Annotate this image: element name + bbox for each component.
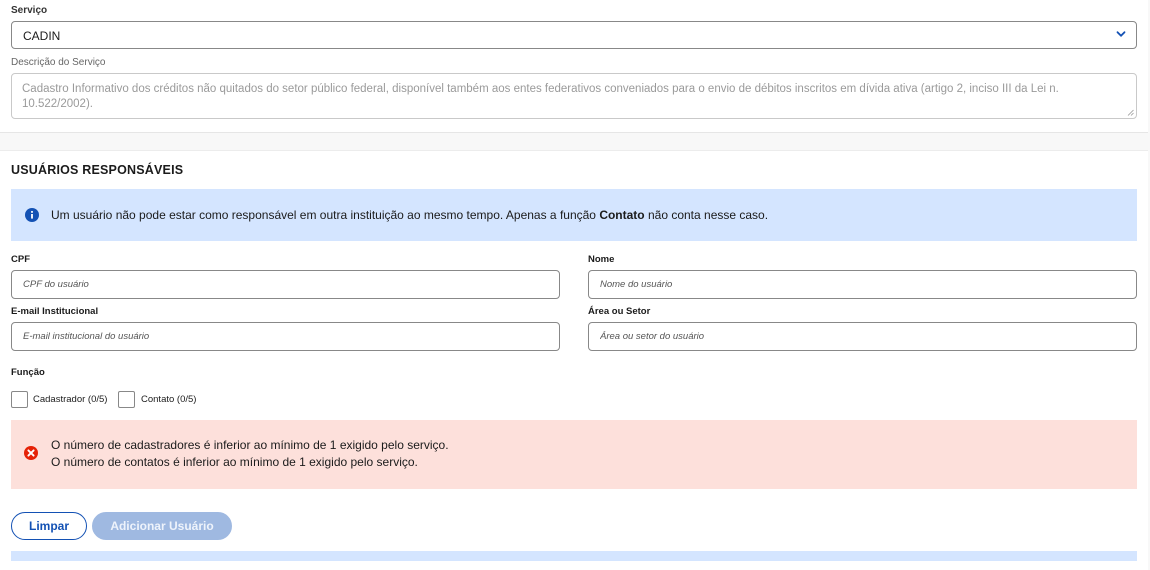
service-select[interactable]: CADIN [11, 21, 1137, 49]
info-text-bold: Contato [599, 208, 645, 222]
service-label: Serviço [11, 5, 48, 16]
error-message: O número de contatos é inferior ao mínim… [51, 455, 418, 469]
service-card: Serviço CADIN Descrição do Serviço Cadas… [0, 0, 1148, 133]
cadastrador-checkbox-label[interactable]: Cadastrador (0/5) [33, 394, 107, 405]
role-label: Função [11, 367, 45, 378]
cpf-label: CPF [11, 254, 30, 265]
contato-checkbox[interactable] [118, 391, 135, 408]
info-alert: Um usuário não pode estar como responsáv… [11, 189, 1137, 241]
service-description-text: Cadastro Informativo dos créditos não qu… [22, 83, 1059, 110]
info-text: Um usuário não pode estar como responsáv… [51, 208, 600, 222]
next-section-strip [11, 551, 1137, 561]
cpf-input[interactable] [11, 270, 560, 299]
clear-button[interactable]: Limpar [11, 512, 87, 540]
service-description-label: Descrição do Serviço [11, 57, 106, 68]
error-messages: O número de cadastradores é inferior ao … [51, 437, 449, 471]
error-alert: O número de cadastradores é inferior ao … [11, 420, 1137, 489]
area-input[interactable] [588, 322, 1137, 351]
email-label: E-mail Institucional [11, 306, 99, 317]
cadastrador-checkbox[interactable] [11, 391, 28, 408]
service-select-value: CADIN [23, 29, 61, 43]
error-message: O número de cadastradores é inferior ao … [51, 438, 449, 452]
email-input[interactable] [11, 322, 560, 351]
contato-checkbox-label[interactable]: Contato (0/5) [141, 394, 196, 405]
info-text-end: não conta nesse caso. [644, 208, 769, 222]
error-icon [24, 446, 38, 460]
service-description-field[interactable]: Cadastro Informativo dos créditos não qu… [11, 73, 1137, 119]
info-icon [25, 208, 39, 222]
area-label: Área ou Setor [588, 306, 651, 317]
add-user-button[interactable]: Adicionar Usuário [92, 512, 232, 540]
resize-handle-icon[interactable] [1127, 109, 1134, 116]
name-input[interactable] [588, 270, 1137, 299]
name-label: Nome [588, 254, 615, 265]
section-title: USUÁRIOS RESPONSÁVEIS [11, 163, 184, 177]
info-message: Um usuário não pode estar como responsáv… [51, 208, 768, 222]
chevron-down-icon [1116, 31, 1126, 37]
